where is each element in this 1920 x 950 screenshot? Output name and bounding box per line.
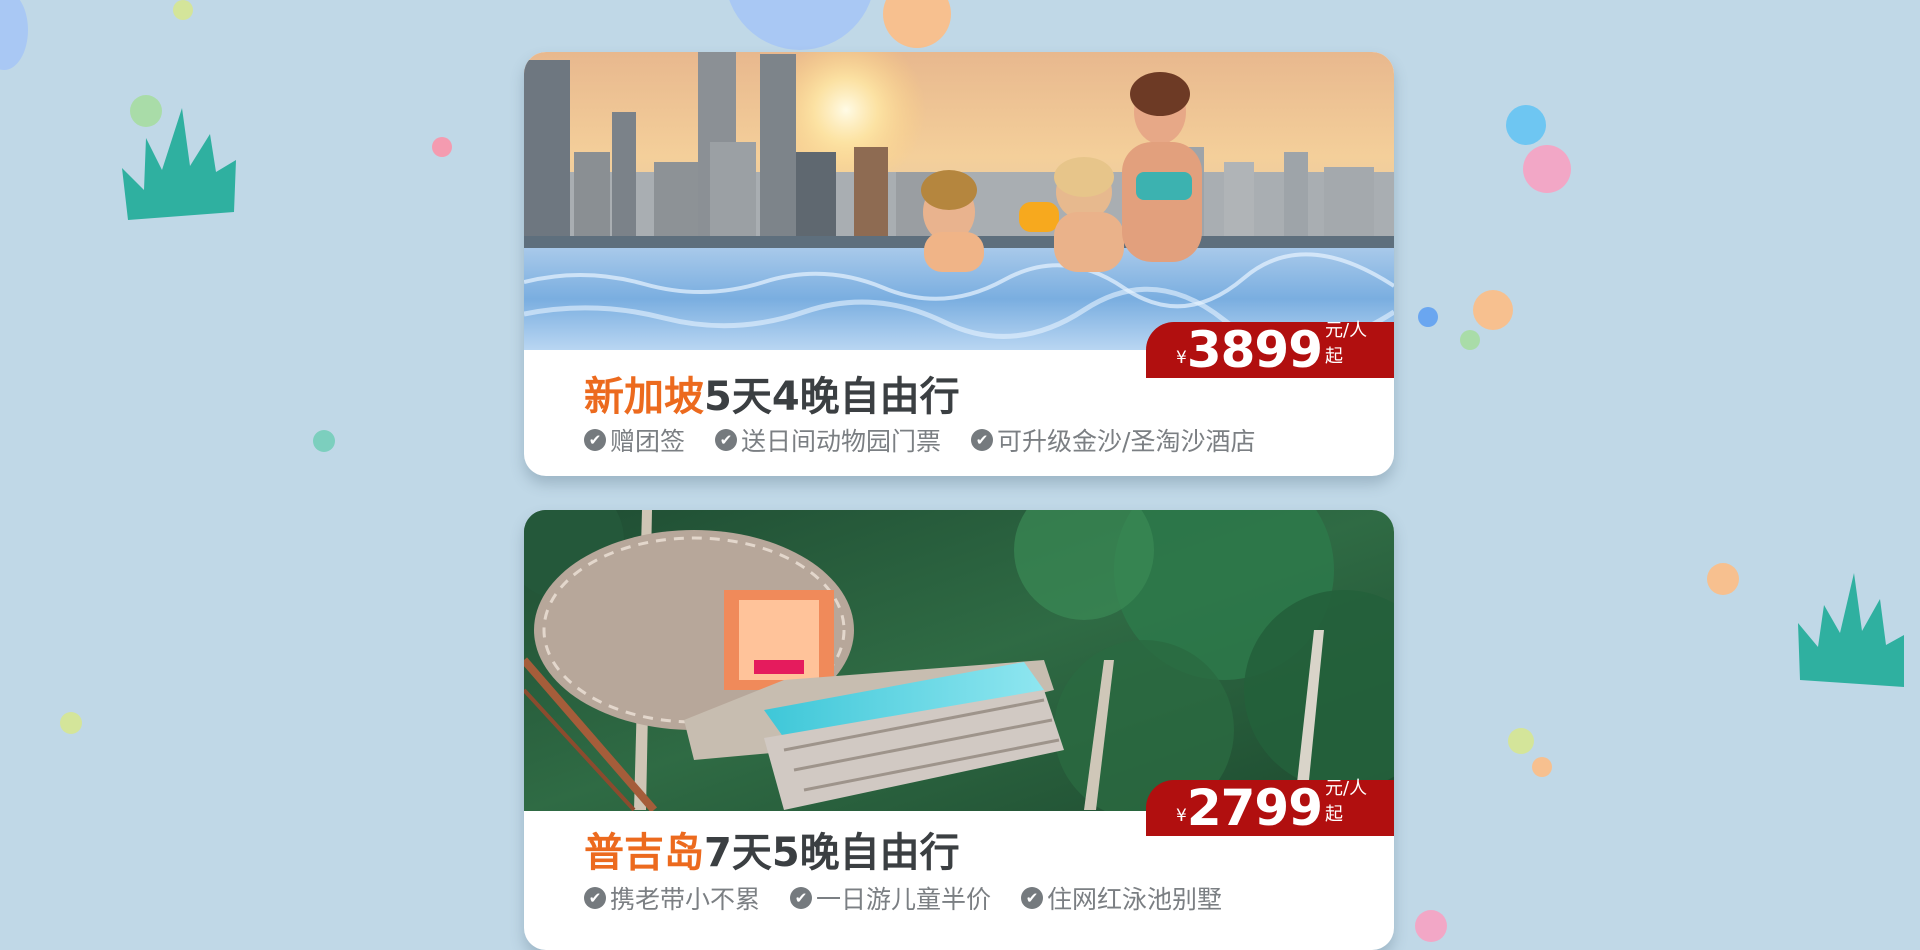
feature-text: 一日游儿童半价 <box>816 885 992 914</box>
deco-dot <box>1460 330 1480 350</box>
price-tag: ¥ 3899 元/人起 <box>1146 320 1394 379</box>
destination-name: 新加坡 <box>584 374 704 420</box>
deco-dot <box>1707 563 1739 595</box>
deco-dot <box>1473 290 1513 330</box>
feature-item: ✔ 住网红泳池别墅 <box>1021 880 1222 916</box>
deco-dot <box>0 0 28 70</box>
deco-dot <box>1418 307 1438 327</box>
feature-item: ✔ 一日游儿童半价 <box>790 880 991 916</box>
check-circle-icon: ✔ <box>971 429 994 451</box>
feature-text: 携老带小不累 <box>610 885 761 914</box>
tour-duration: 7天5晚自由行 <box>704 830 960 876</box>
deco-dot <box>1415 910 1447 942</box>
price-unit: 元/人起 <box>1325 320 1368 367</box>
deco-dot <box>725 0 875 50</box>
check-circle-icon: ✔ <box>1021 887 1044 909</box>
deco-dot <box>60 712 82 734</box>
feature-item: ✔ 携老带小不累 <box>584 880 760 916</box>
tour-card-phuket[interactable]: ¥ 2799 元/人起 普吉岛7天5晚自由行 ✔ 携老带小不累 ✔ 一日游儿童半… <box>524 510 1394 950</box>
check-circle-icon: ✔ <box>790 887 813 909</box>
feature-list: ✔ 赠团签 ✔ 送日间动物园门票 ✔ 可升级金沙/圣淘沙酒店 <box>584 422 1285 458</box>
feature-item: ✔ 送日间动物园门票 <box>715 422 941 458</box>
tour-title: 普吉岛7天5晚自由行 <box>584 820 960 878</box>
currency-symbol: ¥ <box>1176 348 1187 368</box>
tour-card-singapore[interactable]: ¥ 3899 元/人起 新加坡5天4晚自由行 ✔ 赠团签 ✔ 送日间动物园门票 … <box>524 52 1394 476</box>
feature-text: 住网红泳池别墅 <box>1047 885 1223 914</box>
deco-dot <box>313 430 335 452</box>
currency-symbol: ¥ <box>1176 806 1187 826</box>
phuket-treehouse-pool-photo <box>524 510 1394 811</box>
grass-decoration-left <box>122 108 236 220</box>
feature-list: ✔ 携老带小不累 ✔ 一日游儿童半价 ✔ 住网红泳池别墅 <box>584 880 1252 916</box>
feature-item: ✔ 赠团签 <box>584 422 685 458</box>
grass-decoration-right <box>1798 573 1904 687</box>
deco-dot <box>1506 105 1546 145</box>
deco-dot <box>883 0 951 48</box>
check-circle-icon: ✔ <box>715 429 738 451</box>
price-value: 2799 <box>1186 779 1323 837</box>
feature-text: 可升级金沙/圣淘沙酒店 <box>997 427 1256 456</box>
destination-name: 普吉岛 <box>584 830 704 876</box>
deco-dot <box>432 137 452 157</box>
deco-dot <box>1523 145 1571 193</box>
check-circle-icon: ✔ <box>584 429 606 451</box>
tour-title: 新加坡5天4晚自由行 <box>584 364 960 422</box>
singapore-infinity-pool-photo <box>524 52 1394 350</box>
price-tag: ¥ 2799 元/人起 <box>1146 778 1394 837</box>
deco-dot <box>1532 757 1552 777</box>
tour-duration: 5天4晚自由行 <box>704 374 960 420</box>
check-circle-icon: ✔ <box>584 887 606 909</box>
deco-dot <box>1508 728 1534 754</box>
feature-item: ✔ 可升级金沙/圣淘沙酒店 <box>971 422 1255 458</box>
feature-text: 赠团签 <box>610 427 686 456</box>
price-value: 3899 <box>1186 321 1323 379</box>
feature-text: 送日间动物园门票 <box>741 427 942 456</box>
deco-dot <box>173 0 193 20</box>
price-unit: 元/人起 <box>1325 778 1368 825</box>
